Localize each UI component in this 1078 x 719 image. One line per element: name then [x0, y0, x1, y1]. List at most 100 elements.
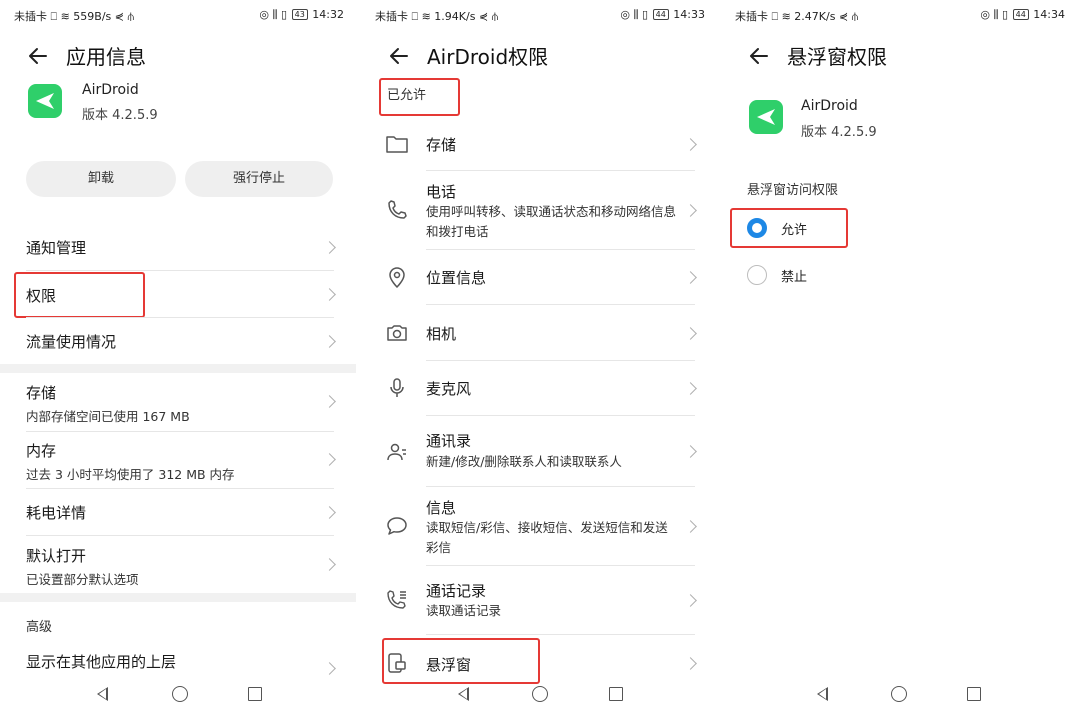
status-icons: ◎ ⫼ ▯ — [259, 8, 288, 21]
section-header-advanced: 高级 — [26, 620, 53, 635]
chevron-right-icon — [684, 520, 697, 533]
permission-phone[interactable]: 电话 使用呼叫转移、读取通话状态和移动网络信息和拨打电话 — [361, 171, 717, 249]
chevron-right-icon — [684, 271, 697, 284]
radio-unselected[interactable] — [747, 265, 767, 285]
chevron-right-icon — [684, 594, 697, 607]
permission-label: 位置信息 — [426, 269, 487, 287]
nav-home-icon[interactable] — [532, 686, 548, 702]
folder-icon — [386, 136, 408, 153]
status-right: ◎ ⫼ ▯ 44 14:34 — [980, 8, 1065, 22]
permission-description: 使用呼叫转移、读取通话状态和移动网络信息和拨打电话 — [426, 204, 677, 239]
app-version: 版本 4.2.5.9 — [801, 125, 877, 140]
nav-back-icon[interactable] — [458, 687, 469, 701]
permission-camera[interactable]: 相机 — [361, 305, 717, 360]
highlight-box — [14, 272, 145, 318]
chevron-right-icon — [323, 395, 336, 408]
nav-home-icon[interactable] — [172, 686, 188, 702]
row-label: 流量使用情况 — [26, 333, 117, 351]
permission-sms[interactable]: 信息 读取短信/彩信、接收短信、发送短信和发送彩信 — [361, 487, 717, 565]
section-header-floating-access: 悬浮窗访问权限 — [747, 183, 839, 198]
highlight-box — [730, 208, 848, 248]
permission-location[interactable]: 位置信息 — [361, 250, 717, 304]
chevron-right-icon — [684, 204, 697, 217]
page-title: 悬浮窗权限 — [787, 45, 887, 69]
page-title: AirDroid权限 — [427, 45, 549, 69]
row-label: 耗电详情 — [26, 504, 87, 522]
data-usage-row[interactable]: 流量使用情况 — [0, 318, 356, 364]
chevron-right-icon — [323, 335, 336, 348]
section-separator — [0, 364, 356, 373]
status-bar: 未插卡 ⎕ ≋ 559B/s ⋞ ⫛ ◎ ⫼ ▯ 43 14:32 — [0, 0, 356, 30]
permission-description: 读取短信/彩信、接收短信、发送短信和发送彩信 — [426, 520, 668, 555]
nav-recents-icon[interactable] — [609, 687, 623, 701]
status-time: 14:32 — [312, 8, 344, 21]
status-time: 14:33 — [673, 8, 705, 21]
permission-label: 通讯录 — [426, 432, 472, 450]
section-separator — [0, 593, 356, 602]
chevron-right-icon — [684, 382, 697, 395]
nav-back-icon[interactable] — [817, 687, 828, 701]
status-time: 14:34 — [1033, 8, 1065, 21]
uninstall-button[interactable]: 卸载 — [26, 161, 176, 197]
page-title: 应用信息 — [66, 45, 146, 69]
permission-label: 相机 — [426, 325, 457, 343]
permission-contacts[interactable]: 通讯录 新建/修改/删除联系人和读取联系人 — [361, 416, 717, 486]
floating-window-permission-screen: 未插卡 ⎕ ≋ 2.47K/s ⋞ ⫛ ◎ ⫼ ▯ 44 14:34 悬浮窗权限… — [721, 0, 1077, 719]
title-bar: AirDroid权限 — [361, 38, 717, 74]
back-arrow-icon[interactable] — [745, 42, 773, 70]
status-icons: ◎ ⫼ ▯ — [980, 8, 1009, 21]
title-bar: 悬浮窗权限 — [721, 38, 1077, 74]
permission-label: 电话 — [426, 183, 457, 201]
status-right: ◎ ⫼ ▯ 44 14:33 — [620, 8, 705, 22]
chevron-right-icon — [323, 288, 336, 301]
chevron-right-icon — [684, 445, 697, 458]
battery-icon: 43 — [291, 9, 308, 20]
row-label: 内存 — [26, 442, 57, 460]
open-by-default-row[interactable]: 默认打开 已设置部分默认选项 — [0, 536, 356, 593]
nav-recents-icon[interactable] — [248, 687, 262, 701]
status-left: 未插卡 ⎕ ≋ 1.94K/s ⋞ ⫛ — [375, 10, 499, 23]
battery-usage-row[interactable]: 耗电详情 — [0, 489, 356, 535]
phone-icon — [388, 200, 407, 219]
camera-icon — [387, 325, 407, 341]
force-stop-button[interactable]: 强行停止 — [185, 161, 333, 197]
memory-row[interactable]: 内存 过去 3 小时平均使用了 312 MB 内存 — [0, 432, 356, 488]
chevron-right-icon — [323, 453, 336, 466]
row-label: 通知管理 — [26, 239, 87, 257]
permission-label: 麦克风 — [426, 380, 472, 398]
permission-label: 信息 — [426, 499, 457, 517]
status-left: 未插卡 ⎕ ≋ 2.47K/s ⋞ ⫛ — [735, 10, 859, 23]
permission-storage[interactable]: 存储 — [361, 118, 717, 170]
battery-icon: 44 — [1012, 9, 1029, 20]
chevron-right-icon — [323, 506, 336, 519]
option-deny[interactable]: 禁止 — [721, 256, 1077, 294]
status-left: 未插卡 ⎕ ≋ 559B/s ⋞ ⫛ — [14, 10, 135, 23]
highlight-box — [379, 78, 460, 116]
navigation-bar — [361, 669, 717, 719]
contacts-icon — [387, 443, 406, 461]
nav-recents-icon[interactable] — [967, 687, 981, 701]
nav-home-icon[interactable] — [891, 686, 907, 702]
back-arrow-icon[interactable] — [385, 42, 413, 70]
option-label: 禁止 — [781, 270, 808, 285]
message-bubble-icon — [387, 517, 407, 535]
chevron-right-icon — [684, 657, 697, 670]
nav-back-icon[interactable] — [97, 687, 108, 701]
app-name: AirDroid — [82, 82, 139, 98]
title-bar: 应用信息 — [0, 38, 356, 74]
chevron-right-icon — [684, 327, 697, 340]
row-label: 存储 — [26, 384, 57, 402]
permission-description: 新建/修改/删除联系人和读取联系人 — [426, 454, 622, 469]
status-icons: ◎ ⫼ ▯ — [620, 8, 649, 21]
notifications-row[interactable]: 通知管理 — [0, 224, 356, 270]
permission-microphone[interactable]: 麦克风 — [361, 361, 717, 415]
navigation-bar — [721, 669, 1077, 719]
permission-label: 通话记录 — [426, 582, 487, 600]
permission-call-log[interactable]: 通话记录 读取通话记录 — [361, 566, 717, 634]
airdroid-app-icon — [749, 100, 783, 134]
storage-row[interactable]: 存储 内部存储空间已使用 167 MB — [0, 373, 356, 431]
row-sublabel: 过去 3 小时平均使用了 312 MB 内存 — [26, 467, 235, 482]
navigation-bar — [0, 669, 356, 719]
back-arrow-icon[interactable] — [24, 42, 52, 70]
app-version: 版本 4.2.5.9 — [82, 108, 158, 123]
